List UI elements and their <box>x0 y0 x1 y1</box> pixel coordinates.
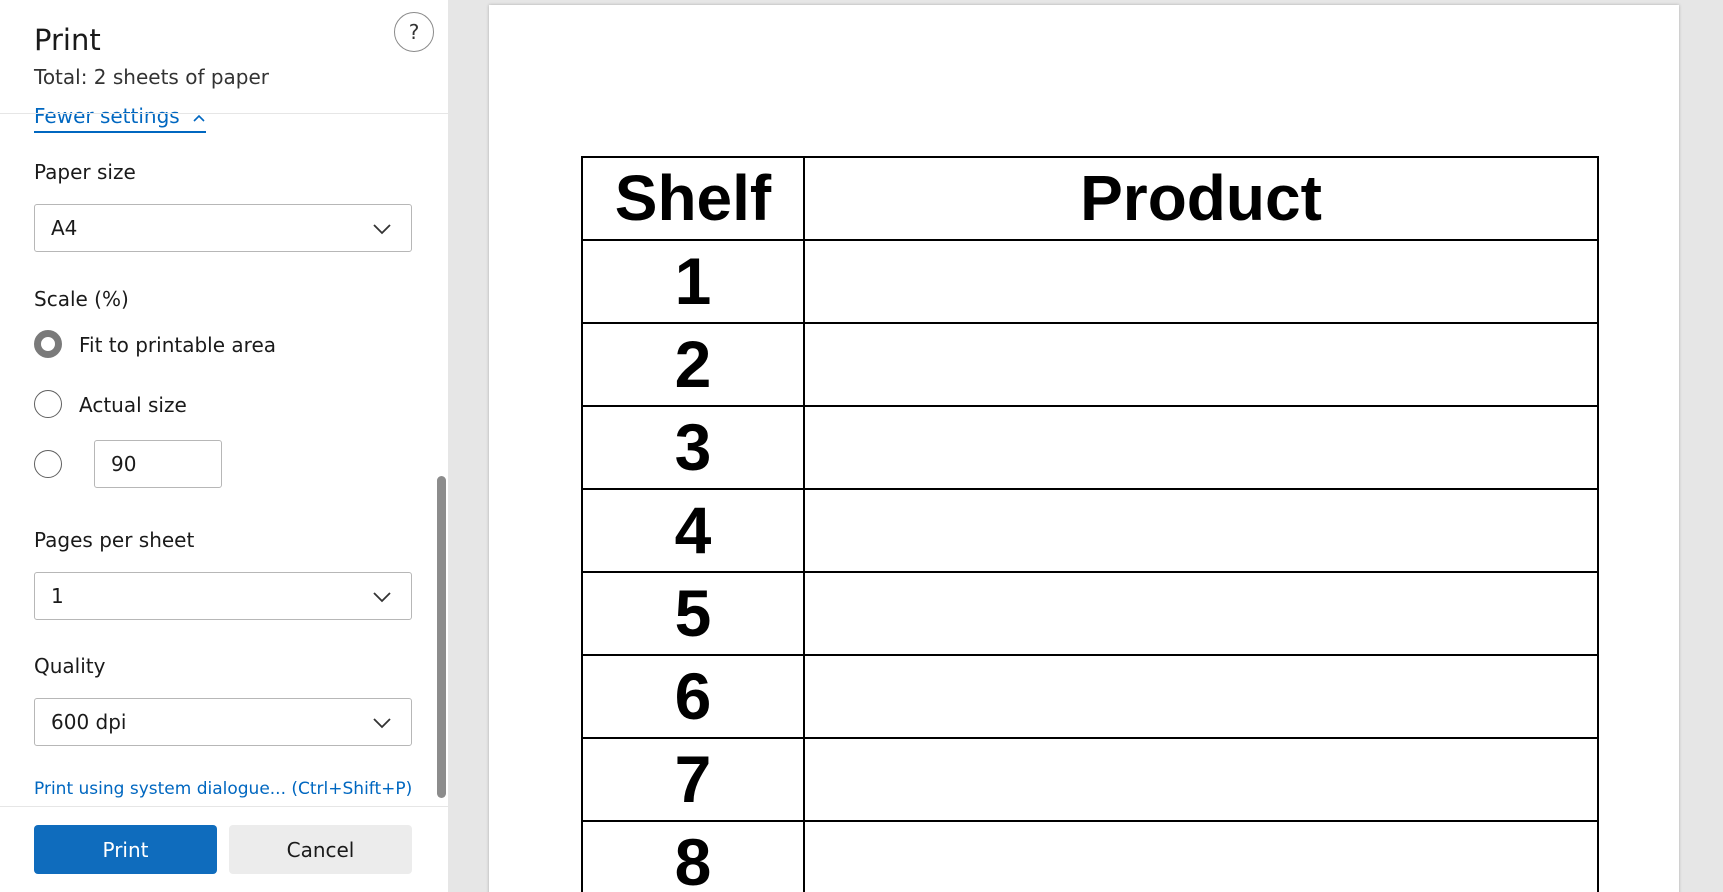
scale-custom-radio[interactable] <box>34 450 62 478</box>
shelf-number: 1 <box>581 239 805 324</box>
shelf-product-table: Shelf Product 1 2 3 4 5 6 7 8 <box>581 156 1599 892</box>
product-cell <box>803 405 1599 490</box>
table-row: 5 <box>581 571 1599 656</box>
cancel-button[interactable]: Cancel <box>229 825 412 874</box>
column-header-shelf: Shelf <box>581 156 805 241</box>
scale-actual-radio[interactable] <box>34 390 62 418</box>
quality-label: Quality <box>34 654 106 678</box>
column-header-product: Product <box>803 156 1599 241</box>
scale-fit-label: Fit to printable area <box>79 333 277 357</box>
product-cell <box>803 654 1599 739</box>
help-button[interactable]: ? <box>394 12 434 52</box>
product-cell <box>803 488 1599 573</box>
table-row: 1 <box>581 239 1599 324</box>
scale-label: Scale (%) <box>34 287 129 311</box>
sheet-count: Total: 2 sheets of paper <box>34 65 270 89</box>
scale-custom-input[interactable] <box>94 440 222 488</box>
quality-select[interactable]: 600 dpi <box>34 698 412 746</box>
pages-per-sheet-value: 1 <box>51 584 64 608</box>
table-row: 2 <box>581 322 1599 407</box>
paper-size-select[interactable]: A4 <box>34 204 412 252</box>
print-settings-panel: Print Total: 2 sheets of paper ? Fewer s… <box>0 0 449 892</box>
paper-size-value: A4 <box>51 216 78 240</box>
dialog-title: Print <box>34 23 101 57</box>
chevron-down-icon <box>373 592 391 603</box>
shelf-number: 6 <box>581 654 805 739</box>
product-cell <box>803 322 1599 407</box>
shelf-number: 2 <box>581 322 805 407</box>
settings-scrollbar[interactable] <box>437 476 446 798</box>
print-button[interactable]: Print <box>34 825 217 874</box>
quality-value: 600 dpi <box>51 710 127 734</box>
scale-fit-radio[interactable] <box>34 330 62 358</box>
table-header-row: Shelf Product <box>581 156 1599 241</box>
table-row: 3 <box>581 405 1599 490</box>
footer-divider <box>0 806 448 807</box>
chevron-down-icon <box>373 718 391 729</box>
settings-scroll-area: Paper size A4 Scale (%) Fit to printable… <box>0 114 448 804</box>
print-preview-area[interactable]: Shelf Product 1 2 3 4 5 6 7 8 <box>449 0 1723 892</box>
preview-page: Shelf Product 1 2 3 4 5 6 7 8 <box>489 5 1679 892</box>
question-mark-icon: ? <box>408 20 420 44</box>
system-dialog-link[interactable]: Print using system dialogue... (Ctrl+Shi… <box>34 778 412 800</box>
pages-per-sheet-label: Pages per sheet <box>34 528 195 552</box>
shelf-number: 5 <box>581 571 805 656</box>
pages-per-sheet-select[interactable]: 1 <box>34 572 412 620</box>
chevron-down-icon <box>373 224 391 235</box>
shelf-number: 4 <box>581 488 805 573</box>
shelf-number: 7 <box>581 737 805 822</box>
table-row: 8 <box>581 820 1599 892</box>
product-cell <box>803 571 1599 656</box>
shelf-number: 3 <box>581 405 805 490</box>
scale-actual-label: Actual size <box>79 393 187 417</box>
product-cell <box>803 820 1599 892</box>
table-row: 7 <box>581 737 1599 822</box>
table-row: 6 <box>581 654 1599 739</box>
product-cell <box>803 737 1599 822</box>
shelf-number: 8 <box>581 820 805 892</box>
product-cell <box>803 239 1599 324</box>
paper-size-label: Paper size <box>34 160 136 184</box>
table-row: 4 <box>581 488 1599 573</box>
